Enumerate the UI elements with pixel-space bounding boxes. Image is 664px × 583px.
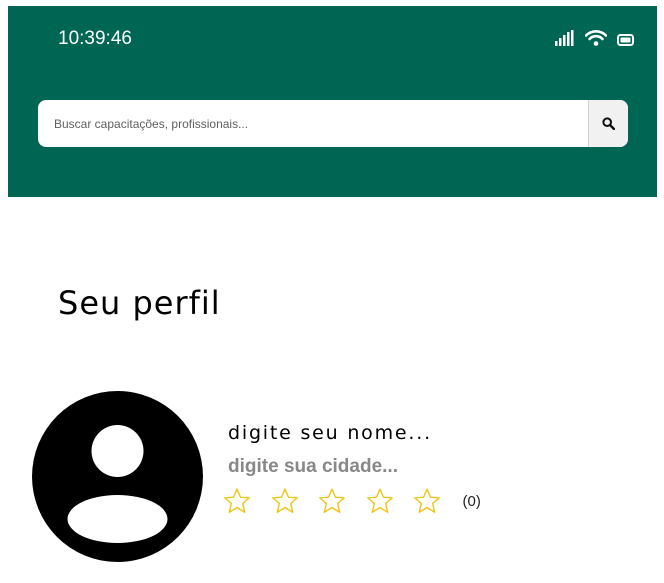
star-icon[interactable] [270,486,300,516]
search-button[interactable] [588,100,628,147]
rating: (0) [222,486,481,516]
status-icons [555,30,635,46]
profile-info: digite seu nome... digite sua cidade... [228,422,432,478]
wifi-icon [585,30,607,46]
profile-name[interactable]: digite seu nome... [228,422,432,448]
profile-city[interactable]: digite sua cidade... [228,456,432,478]
user-avatar-icon[interactable] [32,391,203,562]
status-time: 10:39:46 [58,28,132,49]
search-icon [602,117,615,130]
battery-icon [617,34,634,46]
page-title: Seu perfil [58,284,221,322]
app-header: 10:39:46 [8,6,657,197]
star-icon[interactable] [412,486,442,516]
star-icon[interactable] [222,486,252,516]
signal-icon [555,30,574,46]
rating-count: (0) [462,492,481,510]
star-icon[interactable] [365,486,395,516]
star-icon[interactable] [317,486,347,516]
search-input[interactable] [38,100,588,147]
search-bar [38,100,628,147]
